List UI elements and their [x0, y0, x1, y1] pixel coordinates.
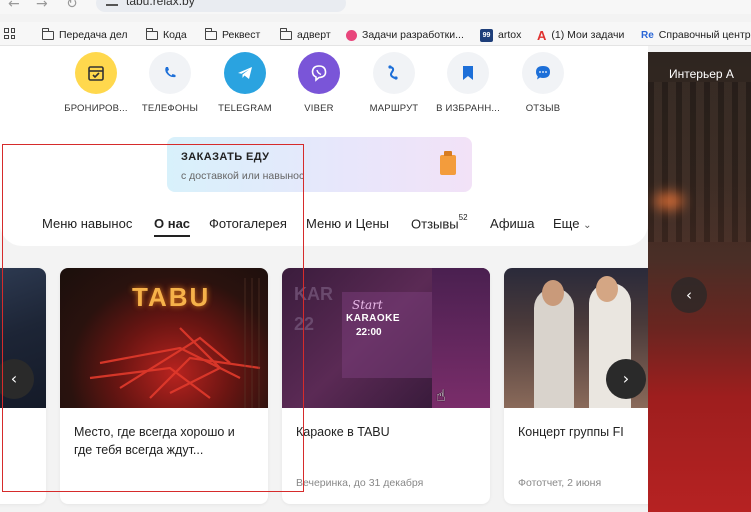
action-booking[interactable]: БРОНИРОВ...: [56, 52, 136, 114]
action-label: TELEGRAM: [218, 103, 272, 114]
card-title: Караоке в TABU: [296, 425, 390, 439]
folder-icon: [204, 27, 217, 40]
card-art-text: Start: [352, 298, 383, 312]
card-title: Место, где всегда хорошо и где тебя всег…: [74, 425, 235, 457]
light-glow-decor: [654, 192, 684, 210]
tasks-icon: A: [537, 27, 547, 43]
viber-icon: [298, 52, 340, 94]
url-text: tabu.relax.by: [126, 0, 195, 8]
apps-grid-icon[interactable]: [4, 28, 15, 39]
bookmark-label: адверт: [297, 29, 331, 41]
card-meta: Фототчет, 2 июня: [518, 477, 602, 489]
forward-icon[interactable]: →: [36, 0, 48, 12]
event-card[interactable]: TABU Место, где всегда хорошо и где тебя…: [60, 268, 268, 504]
order-title: ЗАКАЗАТЬ ЕДУ: [181, 151, 270, 163]
carousel-next-button[interactable]: ›: [606, 359, 646, 399]
back-icon[interactable]: ←: [8, 0, 20, 12]
interior-photo-panel[interactable]: Интерьер А ‹: [648, 52, 751, 512]
tab-takeaway-menu[interactable]: Меню навынос: [42, 216, 132, 231]
action-label: БРОНИРОВ...: [64, 103, 128, 114]
card-bg-text: 22: [294, 314, 315, 334]
tab-reviews-label: Отзывы: [411, 216, 459, 232]
card-meta: Вечеринка, до 31 декабря: [296, 477, 424, 489]
tab-menu-prices[interactable]: Меню и Цены: [306, 216, 389, 231]
mouse-cursor-icon: ☝: [436, 386, 446, 405]
action-phones[interactable]: ТЕЛЕФОНЫ: [130, 52, 210, 114]
bookmark-label: Реквест: [222, 29, 261, 41]
artox-icon: 99: [480, 28, 493, 42]
chat-icon: [522, 52, 564, 94]
bookmarks-bar: Передача дел Кода Реквест адверт Задачи …: [0, 22, 751, 46]
card-art-text: 22:00: [356, 327, 382, 338]
tab-more[interactable]: Еще ⌄: [553, 216, 591, 231]
action-label: В ИЗБРАНН...: [436, 103, 500, 114]
bookmark-item[interactable]: Задачи разработки...: [346, 27, 464, 43]
tab-about[interactable]: О нас: [154, 216, 190, 231]
folder-icon: [41, 27, 54, 40]
reload-icon[interactable]: ↻: [66, 0, 78, 12]
bookmark-item[interactable]: Кода: [145, 27, 187, 43]
tab-more-label: Еще: [553, 216, 580, 231]
reviews-count-badge: 52: [458, 213, 468, 222]
app-icon: [346, 29, 357, 41]
address-bar-row: ← → ↻ tabu.relax.by: [0, 0, 751, 14]
telegram-icon: [224, 52, 266, 94]
chevron-right-icon: ›: [622, 369, 630, 388]
tab-gallery[interactable]: Фотогалерея: [209, 216, 287, 231]
bookmark-label: (1) Мои задачи: [551, 29, 625, 41]
calendar-icon: [75, 52, 117, 94]
action-route[interactable]: МАРШРУТ: [354, 52, 434, 114]
bookmark-item[interactable]: Передача дел: [41, 27, 128, 43]
tab-afisha[interactable]: Афиша: [490, 216, 534, 231]
chevron-down-icon: ⌄: [583, 220, 592, 231]
route-icon: [373, 52, 415, 94]
food-bag-icon: [440, 151, 456, 175]
bookmark-label: Кода: [163, 29, 187, 41]
action-viber[interactable]: VIBER: [279, 52, 359, 114]
bookmark-item[interactable]: 99 artox: [480, 27, 521, 43]
help-center-icon: Re: [641, 29, 654, 41]
interior-label: Интерьер А: [669, 67, 734, 81]
action-favorites[interactable]: В ИЗБРАНН...: [428, 52, 508, 114]
order-food-banner[interactable]: ЗАКАЗАТЬ ЕДУ с доставкой или навынос: [167, 137, 472, 192]
action-label: ОТЗЫВ: [525, 103, 561, 114]
order-subtitle: с доставкой или навынос: [181, 170, 305, 182]
folder-icon: [279, 27, 292, 40]
card-image: KAR 22 Start KARAOKE 22:00: [282, 268, 490, 408]
gallery-prev-button[interactable]: ‹: [671, 277, 707, 313]
action-label: VIBER: [304, 103, 334, 114]
action-label: ТЕЛЕФОНЫ: [141, 103, 199, 114]
active-tab-indicator: [154, 235, 190, 237]
bookmark-item[interactable]: Реквест: [204, 27, 261, 43]
bookmark-label: Справочный центр: [658, 29, 751, 41]
bookmark-label: Задачи разработки...: [362, 29, 464, 41]
folder-icon: [145, 27, 158, 40]
action-label: МАРШРУТ: [369, 103, 419, 114]
chevron-left-icon: ‹: [10, 369, 18, 388]
phone-icon: [149, 52, 191, 94]
site-info-icon[interactable]: [106, 0, 118, 6]
bookmark-icon: [447, 52, 489, 94]
card-art-text: KARAOKE: [346, 313, 401, 324]
bookmark-item[interactable]: адверт: [279, 27, 331, 43]
action-review[interactable]: ОТЗЫВ: [503, 52, 583, 114]
tabu-neon-logo: TABU: [132, 282, 211, 312]
card-bg-text: KAR: [294, 284, 333, 304]
ceiling-beams-decor: [648, 82, 751, 242]
screenshot-root: ← → ↻ tabu.relax.by Передача дел Кода Ре…: [0, 0, 751, 512]
bookmark-item[interactable]: A (1) Мои задачи: [537, 27, 624, 43]
bookmark-label: artox: [498, 29, 522, 41]
bookmark-item[interactable]: Re Справочный центр: [641, 27, 751, 43]
event-card[interactable]: KAR 22 Start KARAOKE 22:00 Караоке в TAB…: [282, 268, 490, 504]
bookmark-label: Передача дел: [59, 29, 128, 41]
chevron-left-icon: ‹: [686, 286, 692, 304]
card-image: TABU: [60, 268, 268, 408]
venue-header-panel: БРОНИРОВ... ТЕЛЕФОНЫ TELEGRAM VIBER МАРШ: [0, 46, 648, 246]
url-field[interactable]: tabu.relax.by: [96, 0, 346, 12]
action-telegram[interactable]: TELEGRAM: [205, 52, 285, 114]
tab-reviews[interactable]: Отзывы52: [411, 213, 468, 232]
